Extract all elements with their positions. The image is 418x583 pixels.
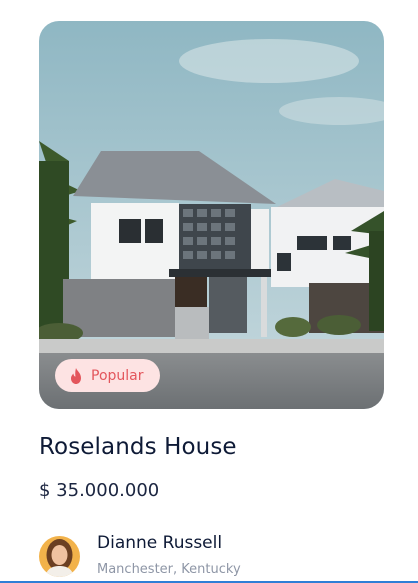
badge-label: Popular	[91, 367, 144, 384]
house-illustration	[39, 21, 384, 409]
avatar-photo	[39, 536, 80, 577]
popular-badge[interactable]: Popular	[55, 359, 160, 392]
agent-avatar[interactable]	[39, 536, 80, 577]
agent-name[interactable]: Dianne Russell	[97, 533, 222, 553]
property-price: $ 35.000.000	[39, 480, 160, 501]
property-photo[interactable]: Popular	[39, 21, 384, 409]
agent-location: Manchester, Kentucky	[97, 562, 241, 577]
property-title[interactable]: Roselands House	[39, 434, 237, 460]
fire-icon	[71, 367, 81, 384]
